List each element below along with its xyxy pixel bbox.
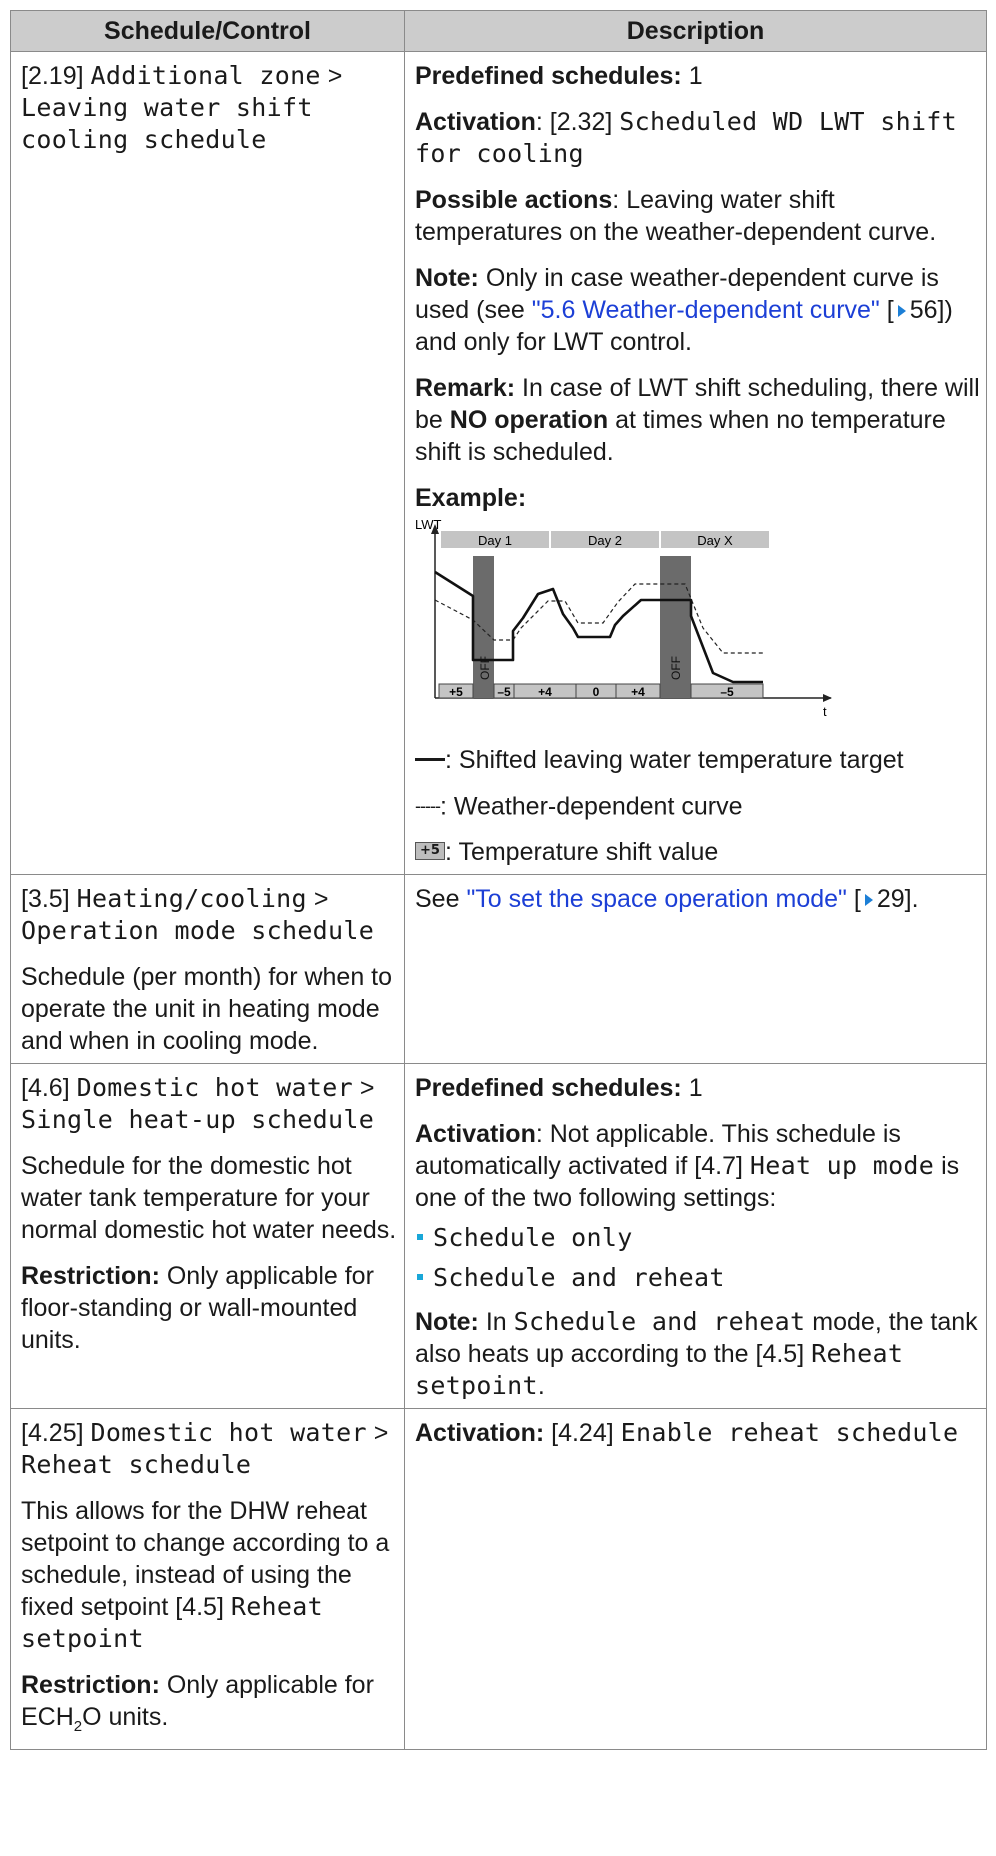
row4-restriction-sub: 2	[73, 1718, 83, 1735]
row3-restriction-label: Restriction:	[21, 1262, 160, 1290]
schedule-table: Schedule/Control Description [2.19] Addi…	[10, 10, 987, 1750]
row2-schedule-cell: [3.5] Heating/cooling > Operation mode s…	[10, 874, 405, 1064]
legend-solid: : Shifted leaving water temperature targ…	[415, 744, 980, 776]
row1-note-page[interactable]: 56	[910, 296, 938, 324]
row2-description-cell: See "To set the space operation mode" [2…	[404, 874, 987, 1064]
list-item: Schedule and reheat	[415, 1262, 980, 1294]
page-ref-arrow-icon	[897, 304, 906, 317]
row1-remark-label: Remark:	[415, 374, 516, 402]
row4-path-a: Domestic hot water	[90, 1418, 367, 1447]
row3-sep: >	[359, 1074, 375, 1102]
day-label-3: Day X	[697, 533, 733, 548]
page-ref-arrow-icon	[864, 893, 873, 906]
legend-dashed: -----: Weather-dependent curve	[415, 790, 980, 822]
dashed-line-icon: -----	[415, 796, 441, 816]
row2-see-page[interactable]: 29	[877, 885, 905, 913]
row3-note-text-1: In	[485, 1308, 507, 1336]
legend-box-text: : Temperature shift value	[445, 838, 719, 866]
space-operation-mode-link[interactable]: "To set the space operation mode"	[466, 885, 846, 913]
row1-sep: >	[327, 62, 343, 90]
shift-value-1: +5	[449, 685, 463, 699]
table-row: [4.6] Domestic hot water > Single heat-u…	[10, 1063, 987, 1409]
option-schedule-and-reheat: Schedule and reheat	[433, 1263, 725, 1292]
day-label-1: Day 1	[478, 533, 512, 548]
x-axis-label: t	[823, 704, 827, 719]
row1-actions-label: Possible actions	[415, 186, 613, 214]
option-schedule-only: Schedule only	[433, 1223, 633, 1252]
day-label-2: Day 2	[588, 533, 622, 548]
row3-desc: Schedule for the domestic hot water tank…	[21, 1152, 397, 1244]
row3-path-a: Domestic hot water	[76, 1073, 353, 1102]
row3-description-cell: Predefined schedules: 1 Activation: Not …	[404, 1063, 987, 1409]
shift-value-6: –5	[720, 685, 734, 699]
shift-value-3: +4	[538, 685, 552, 699]
row1-example-label: Example:	[415, 484, 527, 512]
row4-description-cell: Activation: [4.24] Enable reheat schedul…	[404, 1408, 987, 1750]
row3-activation-mono: Heat up mode	[749, 1151, 935, 1180]
row4-activation-ref: [4.24]	[551, 1419, 614, 1447]
table-row: [2.19] Additional zone > Leaving water s…	[10, 51, 987, 875]
header-schedule-control: Schedule/Control	[10, 10, 405, 52]
row3-note-mono: Schedule and reheat	[513, 1307, 806, 1336]
shift-value-4: 0	[593, 685, 600, 699]
heat-up-mode-options: Schedule only Schedule and reheat	[415, 1222, 980, 1294]
row3-predefined-value: 1	[688, 1074, 703, 1102]
row4-activation-value: Enable reheat schedule	[620, 1418, 959, 1447]
bullet-icon	[417, 1234, 423, 1241]
legend-solid-text: : Shifted leaving water temperature targ…	[445, 746, 904, 774]
row2-desc: Schedule (per month) for when to operate…	[21, 963, 393, 1055]
row3-note-end: .	[537, 1372, 545, 1400]
table-row: [3.5] Heating/cooling > Operation mode s…	[10, 874, 987, 1064]
row2-ref: [3.5]	[21, 885, 70, 913]
row1-activation-label: Activation	[415, 108, 536, 136]
weather-curve-link[interactable]: "5.6 Weather-dependent curve"	[532, 296, 880, 324]
legend-box: +5: Temperature shift value	[415, 836, 980, 868]
table-header-row: Schedule/Control Description	[10, 10, 987, 52]
lwt-shift-example-chart: LWT t Day 1 Day 2 Day X OFF OFF +5 –5 +4…	[413, 517, 980, 734]
legend-dashed-text: : Weather-dependent curve	[439, 792, 743, 821]
row3-predefined-label: Predefined schedules:	[415, 1074, 682, 1102]
row4-schedule-cell: [4.25] Domestic hot water > Reheat sched…	[10, 1408, 405, 1750]
row4-activation-label: Activation:	[415, 1419, 545, 1447]
y-axis-label: LWT	[415, 518, 442, 532]
list-item: Schedule only	[415, 1222, 980, 1254]
table-row: [4.25] Domestic hot water > Reheat sched…	[10, 1408, 987, 1750]
row3-schedule-cell: [4.6] Domestic hot water > Single heat-u…	[10, 1063, 405, 1409]
row3-activation-label: Activation	[415, 1120, 536, 1148]
shift-value-2: –5	[497, 685, 511, 699]
row3-ref: [4.6]	[21, 1074, 70, 1102]
row2-see: See	[415, 885, 460, 913]
shift-box-icon: +5	[415, 842, 445, 861]
row4-sep: >	[373, 1419, 389, 1447]
row1-schedule-cell: [2.19] Additional zone > Leaving water s…	[10, 51, 405, 875]
bullet-icon	[417, 1274, 423, 1281]
row1-ref: [2.19]	[21, 62, 84, 90]
row1-predefined-label: Predefined schedules:	[415, 62, 682, 90]
row1-path-a: Additional zone	[90, 61, 321, 90]
lwt-shift-chart-svg: LWT t Day 1 Day 2 Day X OFF OFF +5 –5 +4…	[415, 517, 832, 719]
row2-path-b: Operation mode schedule	[21, 916, 375, 945]
row1-path-b: Leaving water shift cooling schedule	[21, 93, 313, 154]
row1-note-label: Note:	[415, 264, 479, 292]
shift-value-5: +4	[631, 685, 645, 699]
row4-path-b: Reheat schedule	[21, 1450, 252, 1479]
header-description: Description	[404, 10, 987, 52]
solid-line-icon	[415, 757, 445, 761]
row1-activation-ref: [2.32]	[549, 108, 613, 136]
row4-ref: [4.25]	[21, 1419, 84, 1447]
off-label-2: OFF	[669, 656, 683, 680]
row4-desc-1: This allows for the DHW reheat setpoint …	[21, 1497, 390, 1621]
row3-path-b: Single heat-up schedule	[21, 1105, 375, 1134]
row1-description-cell: Predefined schedules: 1 Activation: [2.3…	[404, 51, 987, 875]
row4-restriction-text-2: O units.	[82, 1703, 169, 1731]
row3-note-label: Note:	[415, 1308, 479, 1336]
row1-predefined-value: 1	[688, 62, 703, 90]
row4-restriction-label: Restriction:	[21, 1671, 160, 1699]
row1-remark-bold: NO operation	[449, 406, 609, 434]
row2-sep: >	[313, 885, 329, 913]
row2-path-a: Heating/cooling	[76, 884, 307, 913]
x-axis-arrow-icon	[823, 694, 832, 702]
